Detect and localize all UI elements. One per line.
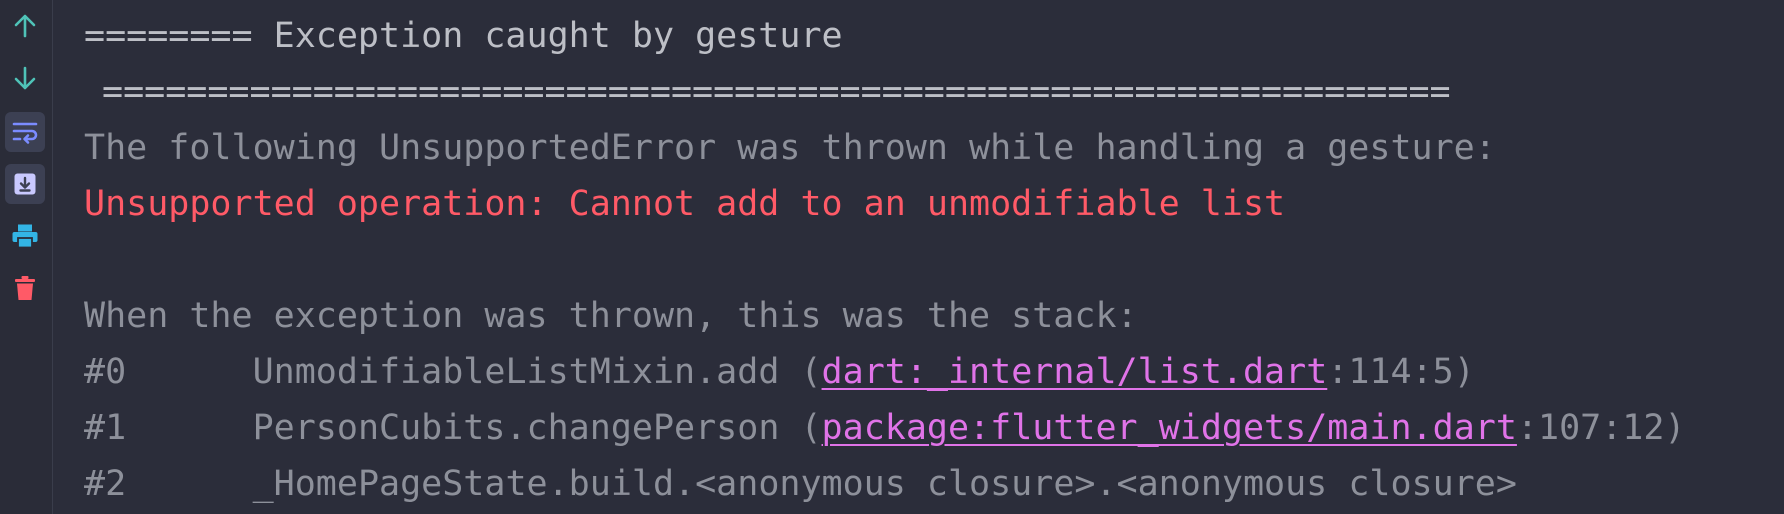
frame-method: PersonCubits.changePerson ( bbox=[252, 408, 822, 448]
frame-spacing bbox=[126, 464, 252, 504]
frame-spacing bbox=[126, 408, 252, 448]
arrow-up-icon bbox=[14, 14, 36, 38]
frame-location: :107:12) bbox=[1516, 408, 1686, 448]
source-link[interactable]: package:flutter_widgets/main.dart bbox=[822, 408, 1517, 448]
stack-frame: #0 UnmodifiableListMixin.add (dart:_inte… bbox=[84, 352, 1475, 392]
source-link[interactable]: dart:_internal/list.dart bbox=[822, 352, 1328, 392]
soft-wrap-toggle[interactable] bbox=[5, 112, 45, 152]
print-button[interactable] bbox=[5, 216, 45, 256]
print-icon bbox=[12, 224, 38, 249]
trash-icon bbox=[15, 276, 35, 300]
stack-frame: #1 PersonCubits.changePerson (package:fl… bbox=[84, 408, 1686, 448]
stack-frame: #2 _HomePageState.build.<anonymous closu… bbox=[84, 464, 1517, 504]
exception-header-separator: ========================================… bbox=[102, 72, 1451, 112]
frame-method: _HomePageState.build.<anonymous closure>… bbox=[252, 464, 1517, 504]
frame-index: #2 bbox=[84, 464, 127, 504]
console-toolbar bbox=[0, 0, 53, 514]
frame-index: #1 bbox=[84, 408, 127, 448]
exception-header: ======== Exception caught by gesture bbox=[84, 16, 843, 56]
frame-spacing bbox=[126, 352, 252, 392]
frame-location: :114:5) bbox=[1327, 352, 1475, 392]
scroll-to-end-toggle[interactable] bbox=[5, 164, 45, 204]
debug-console: ======== Exception caught by gesture ===… bbox=[0, 0, 1784, 514]
error-message: Unsupported operation: Cannot add to an … bbox=[84, 184, 1286, 224]
frame-index: #0 bbox=[84, 352, 127, 392]
scroll-to-end-icon bbox=[14, 173, 36, 195]
scroll-down-button[interactable] bbox=[5, 58, 45, 98]
soft-wrap-icon bbox=[12, 122, 38, 144]
exception-intro: The following UnsupportedError was throw… bbox=[84, 128, 1496, 168]
frame-method: UnmodifiableListMixin.add ( bbox=[252, 352, 822, 392]
stack-heading: When the exception was thrown, this was … bbox=[84, 296, 1138, 336]
scroll-up-button[interactable] bbox=[5, 6, 45, 46]
console-output: ======== Exception caught by gesture ===… bbox=[84, 0, 1784, 514]
clear-console-button[interactable] bbox=[5, 268, 45, 308]
arrow-down-icon bbox=[14, 66, 36, 90]
